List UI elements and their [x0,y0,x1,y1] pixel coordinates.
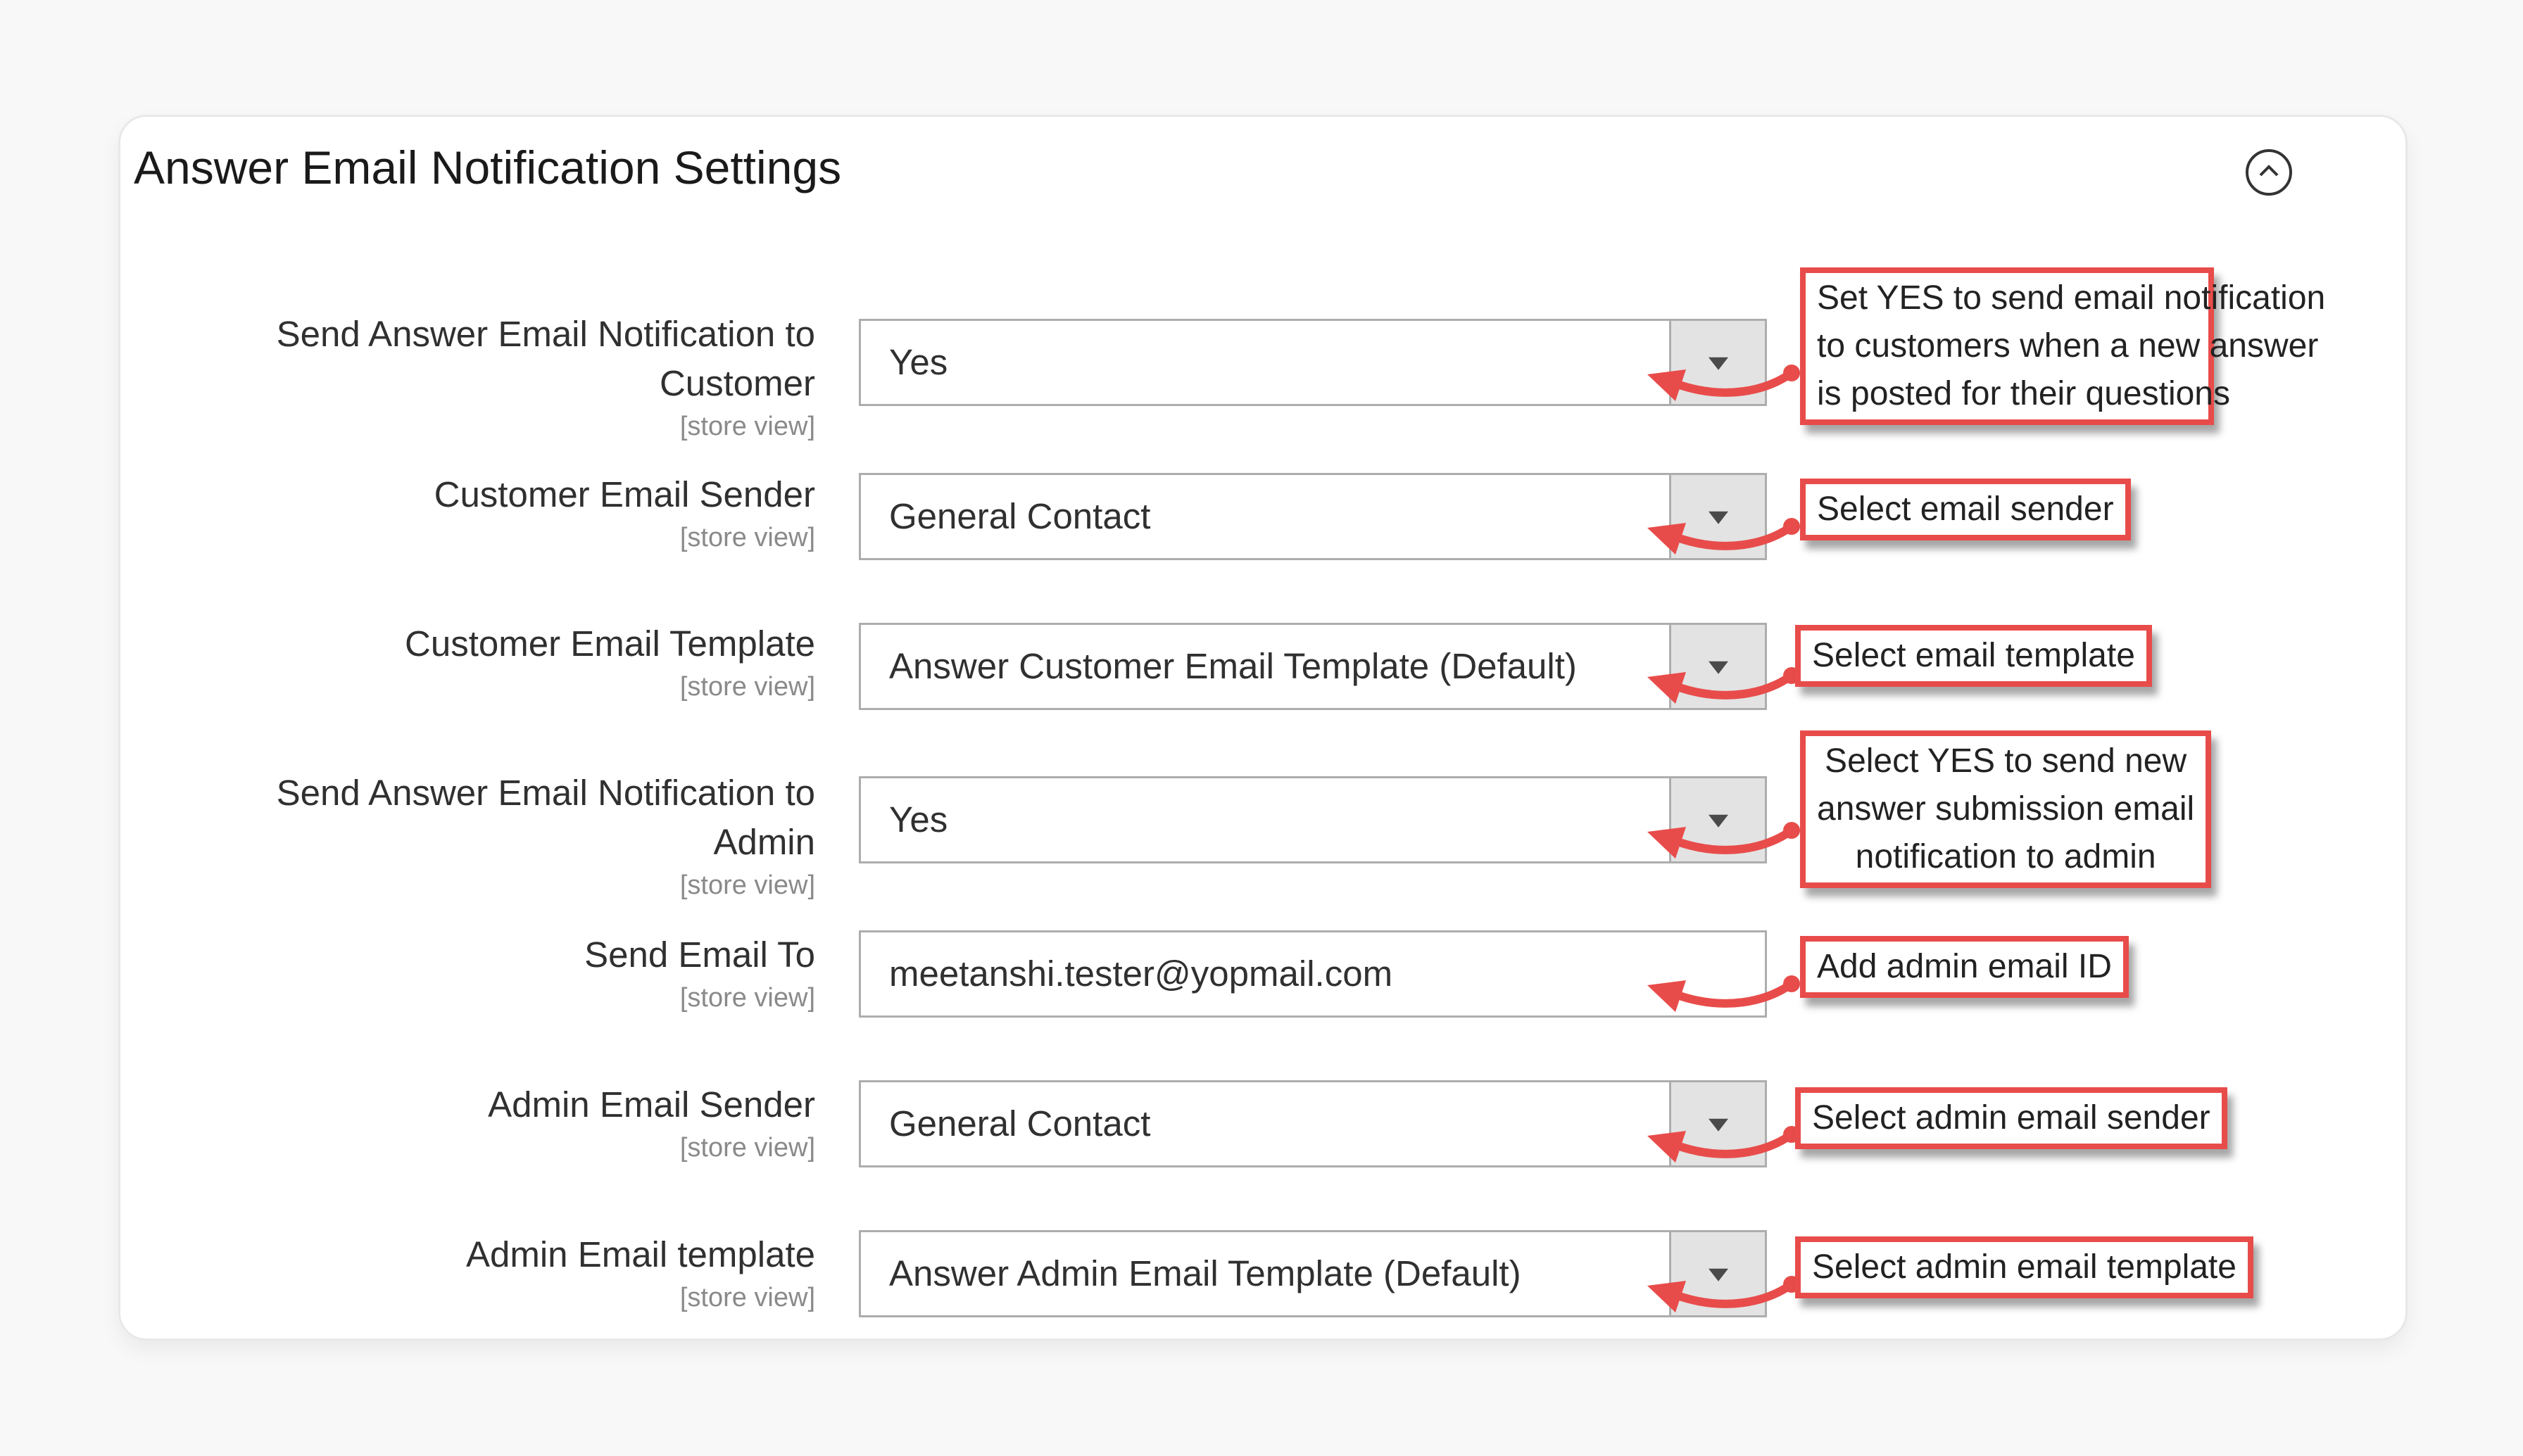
dropdown-toggle[interactable] [1669,778,1765,861]
field-label-customer-sender: Customer Email Sender [store view] [434,470,815,556]
scope-label: [store view] [679,1283,815,1312]
callout-send-to-customer: Set YES to send email notification to cu… [1800,267,2325,425]
field-label-send-to-admin: Send Answer Email Notification to Admin … [277,768,815,904]
dropdown-toggle[interactable] [1669,1082,1765,1165]
callout-admin-sender: Select admin email sender [1795,1087,2227,1149]
caret-down-icon [1708,357,1728,370]
scope-label: [store view] [679,523,815,552]
callout-send-email-to: Add admin email ID [1800,936,2129,998]
scope-label: [store view] [679,871,815,900]
caret-down-icon [1708,814,1728,828]
callout-send-to-admin: Select YES to send new answer submission… [1800,730,2212,888]
admin-email-sender-select[interactable]: General Contact [859,1080,1767,1167]
scope-label: [store view] [679,412,815,441]
dropdown-toggle[interactable] [1669,475,1765,558]
collapse-button[interactable] [2246,149,2292,196]
field-label-send-email-to: Send Email To [store view] [584,930,815,1016]
send-email-to-input[interactable]: meetanshi.tester@yopmail.com [859,930,1767,1018]
field-label-admin-template: Admin Email template [store view] [466,1230,815,1316]
customer-email-sender-select[interactable]: General Contact [859,473,1767,560]
field-label-admin-sender: Admin Email Sender [store view] [488,1080,815,1166]
panel-title: Answer Email Notification Settings [134,141,842,194]
callout-customer-template: Select email template [1795,625,2152,687]
callout-admin-template: Select admin email template [1795,1236,2253,1298]
scope-label: [store view] [679,1133,815,1163]
send-to-customer-select[interactable]: Yes [859,319,1767,406]
caret-down-icon [1708,1268,1728,1281]
dropdown-toggle[interactable] [1669,625,1765,708]
dropdown-toggle[interactable] [1669,321,1765,404]
admin-email-template-select[interactable]: Answer Admin Email Template (Default) [859,1230,1767,1317]
caret-down-icon [1708,511,1728,524]
chevron-up-icon [2259,165,2279,177]
scope-label: [store view] [679,983,815,1013]
send-to-admin-select[interactable]: Yes [859,776,1767,863]
customer-email-template-select[interactable]: Answer Customer Email Template (Default) [859,623,1767,710]
caret-down-icon [1708,1118,1728,1132]
callout-customer-sender: Select email sender [1800,479,2131,540]
caret-down-icon [1708,661,1728,674]
scope-label: [store view] [679,672,815,702]
dropdown-toggle[interactable] [1669,1232,1765,1315]
field-label-send-to-customer: Send Answer Email Notification to Custom… [277,310,815,445]
field-label-customer-template: Customer Email Template [store view] [405,619,815,705]
